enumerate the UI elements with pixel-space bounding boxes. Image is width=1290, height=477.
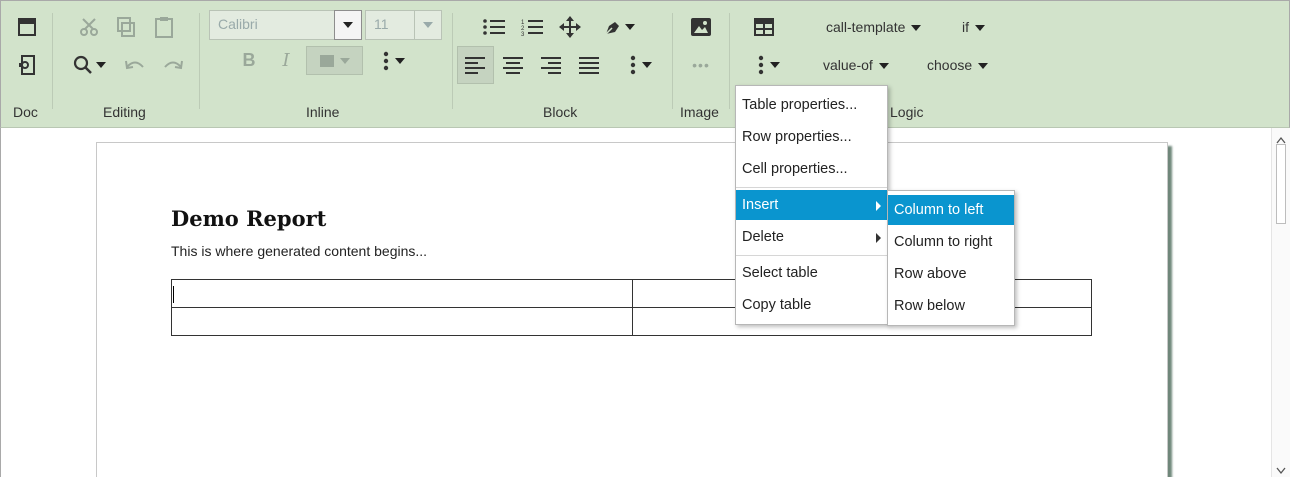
bold-icon[interactable]: B [237, 49, 261, 71]
menu-item-copy-table[interactable]: Copy table [736, 290, 887, 320]
menu-item-table-properties[interactable]: Table properties... [736, 90, 887, 120]
block-more-menu-icon[interactable] [621, 53, 661, 77]
svg-text:3: 3 [521, 32, 525, 36]
menu-item-row-above[interactable]: Row above [888, 259, 1014, 289]
ribbon-toolbar: Doc Editing Calibri 11 B I Inline 1 2 3 … [0, 0, 1290, 128]
scrollbar-thumb[interactable] [1276, 144, 1286, 224]
undo-icon[interactable] [123, 55, 147, 77]
menu-item-select-table[interactable]: Select table [736, 258, 887, 288]
value-of-label: value-of [823, 57, 873, 73]
font-size-field[interactable]: 11 [365, 10, 415, 40]
call-template-dropdown[interactable]: call-template [826, 19, 922, 35]
chevron-down-icon [878, 63, 889, 70]
group-label-editing: Editing [103, 104, 146, 120]
insert-image-icon[interactable] [689, 15, 713, 39]
group-label-inline: Inline [306, 104, 340, 120]
menu-item-column-to-left[interactable]: Column to left [888, 195, 1014, 225]
scroll-up-icon[interactable] [1276, 131, 1286, 144]
separator [199, 13, 200, 109]
chevron-down-icon [911, 25, 922, 32]
document-title[interactable]: Demo Report [171, 206, 326, 231]
bullet-list-icon[interactable] [482, 15, 506, 39]
group-label-image: Image [680, 104, 719, 120]
menu-item-insert[interactable]: Insert [736, 190, 887, 220]
menu-item-row-properties[interactable]: Row properties... [736, 122, 887, 152]
value-of-dropdown[interactable]: value-of [823, 57, 889, 73]
insert-table-icon[interactable] [752, 15, 776, 39]
table-more-menu-icon[interactable] [749, 53, 789, 77]
font-name-dropdown-button[interactable] [334, 10, 362, 40]
table-context-menu: Table properties... Row properties... Ce… [735, 85, 888, 325]
italic-icon[interactable]: I [274, 49, 298, 71]
separator [672, 13, 673, 109]
table-cell[interactable] [171, 307, 633, 336]
group-label-doc: Doc [13, 104, 38, 120]
menu-separator [736, 187, 887, 188]
menu-item-cell-properties[interactable]: Cell properties... [736, 154, 887, 184]
vertical-scrollbar[interactable] [1271, 128, 1290, 477]
if-dropdown[interactable]: if [962, 19, 985, 35]
call-template-label: call-template [826, 19, 906, 35]
group-label-logic: Logic [890, 104, 924, 120]
insert-submenu: Column to left Column to right Row above… [887, 190, 1015, 326]
find-replace-icon[interactable] [69, 53, 109, 77]
font-name-field[interactable]: Calibri [209, 10, 335, 40]
inline-more-menu-icon[interactable] [374, 49, 414, 73]
justify-icon[interactable] [577, 53, 601, 77]
text-color-button[interactable] [306, 46, 363, 75]
document-paragraph[interactable]: This is where generated content begins..… [171, 243, 427, 259]
redo-icon[interactable] [161, 55, 185, 77]
choose-label: choose [927, 57, 973, 73]
separator [729, 13, 730, 109]
image-more-icon[interactable]: ••• [689, 55, 713, 75]
paste-icon[interactable] [152, 15, 176, 39]
font-size-dropdown-button[interactable] [414, 10, 442, 40]
align-center-icon[interactable] [501, 53, 525, 77]
cut-icon[interactable] [77, 15, 101, 39]
if-label: if [962, 19, 969, 35]
pen-style-icon[interactable] [601, 15, 637, 39]
color-swatch-icon [319, 54, 334, 67]
group-label-block: Block [543, 104, 578, 120]
menu-separator [736, 255, 887, 256]
submenu-arrow-icon [876, 201, 881, 211]
scroll-down-icon[interactable] [1276, 462, 1286, 475]
align-right-icon[interactable] [539, 53, 563, 77]
submenu-arrow-icon [876, 233, 881, 243]
text-cursor [173, 286, 174, 303]
copy-icon[interactable] [114, 15, 138, 39]
menu-item-row-below[interactable]: Row below [888, 291, 1014, 321]
chevron-down-icon [975, 25, 985, 32]
menu-item-delete[interactable]: Delete [736, 222, 887, 252]
menu-item-column-to-right[interactable]: Column to right [888, 227, 1014, 257]
choose-dropdown[interactable]: choose [927, 57, 989, 73]
document-settings-icon[interactable] [15, 53, 39, 77]
move-icon[interactable] [558, 15, 582, 39]
chevron-down-icon [978, 63, 989, 70]
separator [52, 13, 53, 109]
numbered-list-icon[interactable]: 123 [520, 15, 544, 39]
align-left-icon [463, 53, 487, 77]
separator [452, 13, 453, 109]
table-cell[interactable] [171, 279, 633, 308]
view-mode-icon[interactable] [15, 15, 39, 39]
